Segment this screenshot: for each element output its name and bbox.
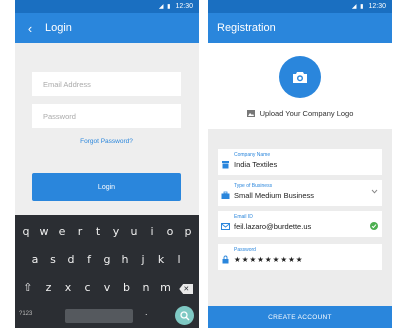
space-key[interactable] (65, 309, 133, 323)
page-title: Login (45, 22, 72, 34)
page-title: Registration (217, 22, 276, 34)
key-n[interactable]: n (136, 281, 156, 294)
registration-app-bar: Registration (208, 13, 392, 43)
email-id-field[interactable]: Email ID feil.lazaro@burdette.us (218, 211, 382, 237)
upload-logo-button[interactable]: Upload Your Company Logo (208, 109, 392, 118)
shift-icon[interactable]: ⇧ (17, 281, 39, 294)
password-placeholder: Password (43, 111, 76, 121)
status-bar: ◢ ▮ 12:30 (15, 0, 199, 13)
email-input[interactable]: Email Address (32, 72, 181, 96)
key-a[interactable]: a (26, 253, 44, 266)
status-bar: ◢ ▮ 12:30 (208, 0, 392, 13)
back-arrow-icon[interactable]: ‹ (15, 21, 45, 36)
key-s[interactable]: s (44, 253, 62, 266)
period-key[interactable]: . (145, 307, 148, 317)
registration-screen: ◢ ▮ 12:30 Registration Upload Your Compa… (208, 0, 392, 328)
key-f[interactable]: f (80, 253, 98, 266)
key-r[interactable]: r (71, 225, 89, 238)
key-d[interactable]: d (62, 253, 80, 266)
email-placeholder: Email Address (43, 79, 91, 89)
logo-upload-area: Upload Your Company Logo (208, 43, 392, 129)
business-type-select[interactable]: Type of Business Small Medium Business (218, 180, 382, 206)
key-x[interactable]: x (58, 281, 78, 294)
keyboard-row-3: ⇧ zxcvbnm ✕ (15, 281, 199, 294)
keyboard-row-2: asdfghjkl (15, 253, 199, 266)
key-u[interactable]: u (125, 225, 143, 238)
login-button[interactable]: Login (32, 173, 181, 201)
key-c[interactable]: c (78, 281, 98, 294)
symbols-key[interactable]: ?123 (19, 311, 32, 317)
signal-battery-icons: ◢ ▮ (158, 4, 172, 10)
key-b[interactable]: b (117, 281, 137, 294)
key-y[interactable]: y (107, 225, 125, 238)
company-name-field[interactable]: Company Name India Textiles (218, 149, 382, 175)
key-k[interactable]: k (152, 253, 170, 266)
create-account-button[interactable]: CREATE ACCOUNT (208, 306, 392, 328)
briefcase-icon (221, 191, 230, 199)
key-h[interactable]: h (116, 253, 134, 266)
status-time: 12:30 (175, 3, 193, 10)
camera-icon[interactable] (279, 56, 321, 98)
key-v[interactable]: v (97, 281, 117, 294)
email-id-value: feil.lazaro@burdette.us (234, 222, 312, 231)
key-p[interactable]: p (179, 225, 197, 238)
backspace-icon[interactable]: ✕ (175, 281, 197, 294)
password-value: ★★★★★★★★★ (234, 255, 304, 264)
lock-icon (222, 255, 229, 264)
login-app-bar: ‹ Login (15, 13, 199, 43)
login-screen: ◢ ▮ 12:30 ‹ Login Email Address Password… (15, 0, 199, 328)
key-z[interactable]: z (39, 281, 59, 294)
image-icon (246, 110, 255, 117)
key-m[interactable]: m (156, 281, 176, 294)
email-id-label: Email ID (234, 214, 253, 220)
key-i[interactable]: i (143, 225, 161, 238)
key-l[interactable]: l (170, 253, 188, 266)
password-input[interactable]: Password (32, 104, 181, 128)
company-name-label: Company Name (234, 152, 271, 158)
password-field[interactable]: Password ★★★★★★★★★ (218, 244, 382, 270)
mail-icon (221, 223, 230, 230)
key-j[interactable]: j (134, 253, 152, 266)
upload-logo-label: Upload Your Company Logo (259, 109, 354, 118)
soft-keyboard: qwertyuiop asdfghjkl ⇧ zxcvbnm ✕ ?123 . (15, 215, 199, 328)
business-type-label: Type of Business (234, 183, 273, 189)
key-e[interactable]: e (53, 225, 71, 238)
status-time: 12:30 (368, 3, 386, 10)
key-o[interactable]: o (161, 225, 179, 238)
keyboard-row-1: qwertyuiop (15, 225, 199, 238)
store-icon (222, 161, 229, 169)
business-type-value: Small Medium Business (234, 191, 315, 200)
check-icon (370, 222, 378, 230)
key-q[interactable]: q (17, 225, 35, 238)
company-name-value: India Textiles (234, 160, 278, 169)
key-t[interactable]: t (89, 225, 107, 238)
search-icon[interactable] (175, 306, 194, 325)
key-w[interactable]: w (35, 225, 53, 238)
key-g[interactable]: g (98, 253, 116, 266)
signal-battery-icons: ◢ ▮ (351, 4, 365, 10)
forgot-password-link[interactable]: Forgot Password? (32, 138, 181, 145)
password-label: Password (234, 247, 256, 253)
chevron-down-icon[interactable] (371, 189, 378, 194)
